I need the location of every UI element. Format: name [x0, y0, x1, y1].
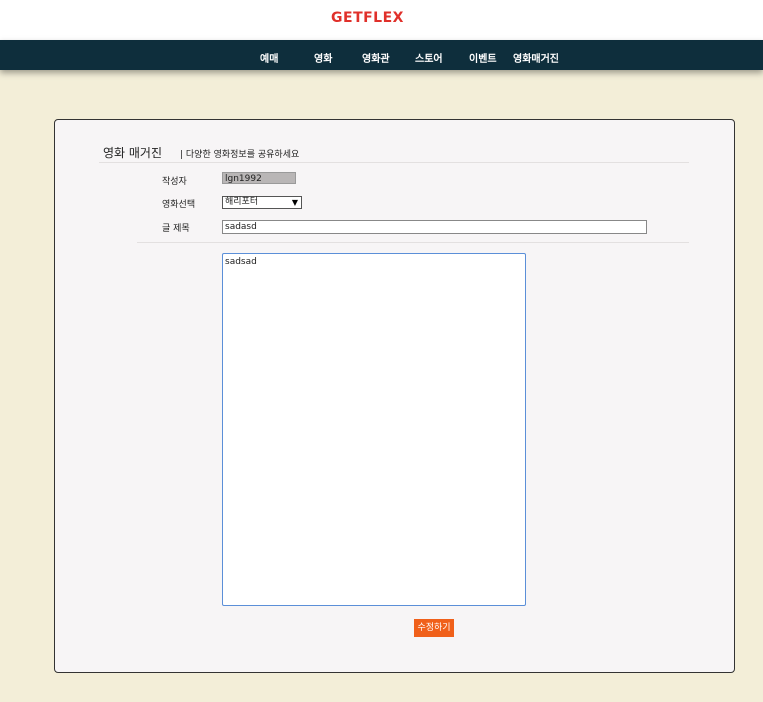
edit-post-panel: 영화 매거진 | 다양한 영화정보를 공유하세요 작성자 lgn1992 영화선… — [54, 119, 735, 673]
post-title-input[interactable]: sadasd — [222, 220, 647, 234]
nav-item-reservation[interactable]: 예매 — [260, 50, 278, 65]
site-logo[interactable]: GETFLEX — [0, 10, 735, 26]
nav-item-theaters[interactable]: 영화관 — [362, 50, 390, 65]
dropdown-arrow-icon: ▼ — [291, 198, 298, 207]
nav-item-movies[interactable]: 영화 — [314, 50, 332, 65]
post-title-label: 글 제목 — [162, 224, 190, 234]
post-content-textarea[interactable]: sadsad — [222, 253, 526, 606]
movie-select[interactable]: 해리포터 ▼ — [222, 196, 302, 209]
author-label: 작성자 — [162, 177, 187, 187]
title-divider — [99, 162, 689, 163]
movie-select-value: 해리포터 — [225, 197, 259, 207]
board-subtitle: | 다양한 영화정보를 공유하세요 — [180, 150, 300, 160]
nav-item-magazine[interactable]: 영화매거진 — [513, 50, 559, 65]
top-header: GETFLEX — [0, 0, 763, 40]
author-field: lgn1992 — [222, 172, 296, 184]
form-divider — [137, 242, 689, 243]
edit-submit-button[interactable]: 수정하기 — [414, 619, 454, 637]
movie-select-label: 영화선택 — [162, 200, 196, 210]
nav-item-events[interactable]: 이벤트 — [469, 50, 497, 65]
nav-item-store[interactable]: 스토어 — [415, 50, 443, 65]
board-title: 영화 매거진 — [103, 146, 163, 160]
main-navigation: 예매 영화 영화관 스토어 이벤트 영화매거진 — [0, 40, 763, 70]
